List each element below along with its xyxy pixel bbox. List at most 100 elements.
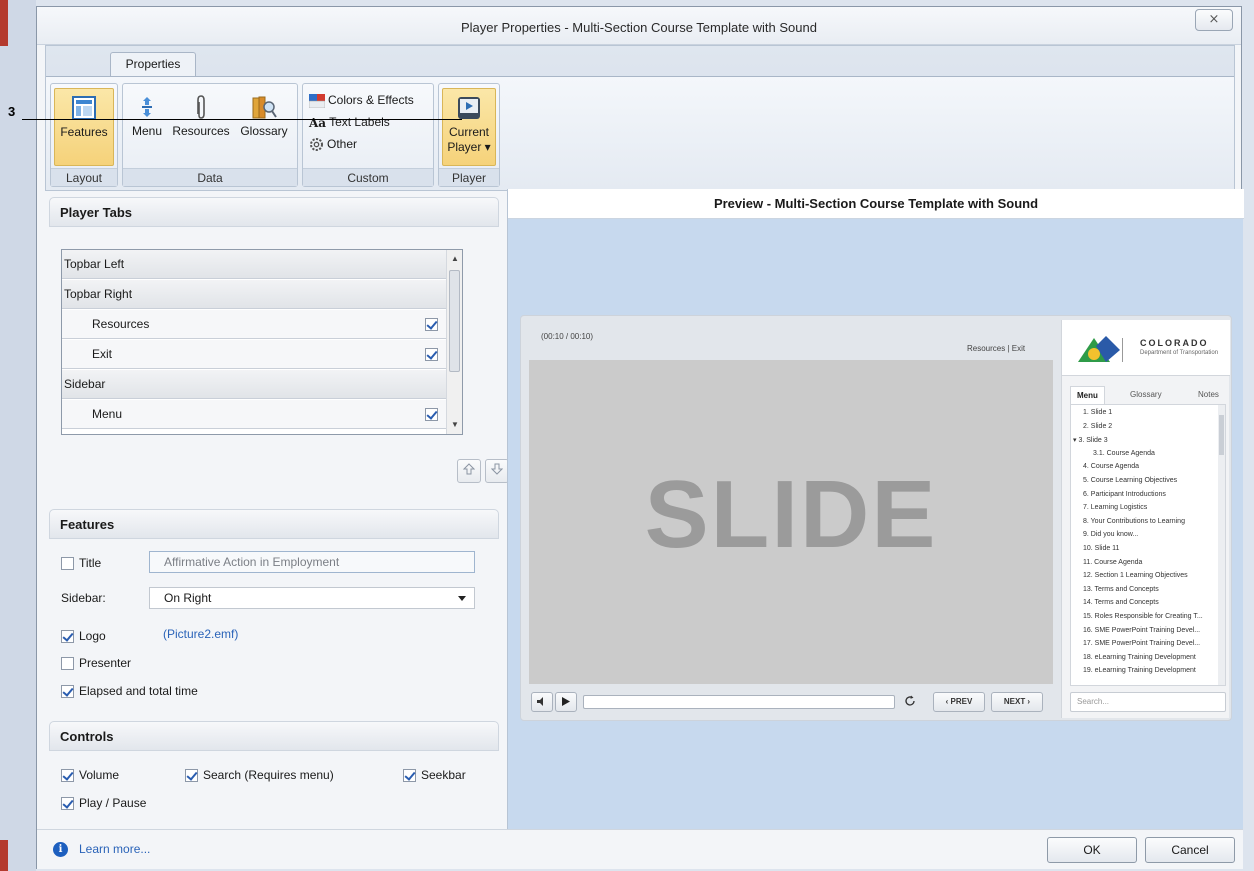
player-group-label: Player	[439, 168, 499, 186]
play-pause-option[interactable]: Play / Pause	[61, 793, 146, 813]
tab-row-topbar-right[interactable]: Topbar Right	[62, 280, 446, 309]
volume-checkbox[interactable]	[61, 769, 74, 783]
tab-row-topbar-left[interactable]: Topbar Left	[62, 250, 446, 279]
play-pause-checkbox[interactable]	[61, 797, 74, 811]
player-tabs-section: Player Tabs Topbar Left Topbar Right Res…	[49, 197, 509, 487]
sidebar-menu-item[interactable]: 14. Terms and Concepts	[1083, 599, 1159, 606]
play-button[interactable]	[555, 692, 577, 712]
sidebar-menu-item[interactable]: 12. Section 1 Learning Objectives	[1083, 572, 1188, 579]
tab-row-exit[interactable]: Exit	[62, 340, 446, 369]
exit-tab-checkbox[interactable]	[425, 348, 438, 361]
move-down-icon	[490, 463, 504, 475]
move-down-button[interactable]	[485, 459, 509, 483]
learn-more-link[interactable]: Learn more...	[79, 842, 150, 856]
tab-row-label: Topbar Right	[64, 287, 133, 301]
presenter-checkbox[interactable]	[61, 657, 74, 671]
volume-option[interactable]: Volume	[61, 765, 119, 785]
glossary-button[interactable]: Glossary	[235, 88, 293, 166]
sidebar-menu-item[interactable]: 10. Slide 11	[1083, 545, 1119, 552]
sidebar-menu-item[interactable]: 13. Terms and Concepts	[1083, 586, 1159, 593]
sidebar-menu-item[interactable]: 17. SME PowerPoint Training Devel...	[1083, 640, 1200, 647]
resources-tab-checkbox[interactable]	[425, 318, 438, 331]
sidebar-menu-item[interactable]: 19. eLearning Training Development	[1083, 667, 1196, 674]
tab-properties[interactable]: Properties	[110, 52, 196, 76]
scrollbar-thumb[interactable]	[1219, 415, 1224, 455]
features-section: Features	[49, 509, 499, 709]
background-window-strip	[0, 0, 36, 871]
elapsed-time-display: (00:10 / 00:10)	[541, 332, 594, 341]
title-checkbox[interactable]	[61, 557, 74, 571]
sidebar-menu-item[interactable]: 2. Slide 2	[1083, 423, 1112, 430]
tab-row-menu[interactable]: Menu	[62, 400, 446, 429]
features-button[interactable]: Features	[54, 88, 114, 166]
colors-effects-button[interactable]: Colors & Effects	[309, 90, 414, 110]
seekbar[interactable]	[583, 695, 895, 709]
chevron-down-icon	[458, 596, 466, 601]
tab-row-sidebar[interactable]: Sidebar	[62, 370, 446, 399]
sidebar-menu-scrollbar[interactable]	[1218, 405, 1225, 685]
glossary-icon	[252, 96, 277, 119]
logo-checkbox[interactable]	[61, 630, 74, 644]
text-labels-button[interactable]: Aa Text Labels	[309, 112, 390, 132]
logo-option[interactable]: Logo	[61, 626, 106, 646]
sidebar-menu-item[interactable]: 1. Slide 1	[1083, 409, 1112, 416]
replay-button[interactable]	[899, 692, 921, 712]
cancel-button[interactable]: Cancel	[1145, 837, 1235, 863]
close-button[interactable]: ⨯	[1195, 9, 1233, 31]
sidebar-position-value: On Right	[164, 591, 212, 605]
sidebar-menu-item[interactable]: 6. Participant Introductions	[1083, 491, 1166, 498]
resources-button[interactable]: Resources	[169, 88, 233, 166]
title-field[interactable]: Affirmative Action in Employment	[149, 551, 475, 573]
tab-row-label: Resources	[92, 317, 150, 331]
sidebar-menu-item[interactable]: 15. Roles Responsible for Creating T...	[1083, 613, 1203, 620]
sidebar-menu-item[interactable]: 16. SME PowerPoint Training Devel...	[1083, 627, 1200, 634]
sidebar-tab-notes[interactable]: Notes	[1198, 386, 1219, 404]
text-labels-label: Text Labels	[329, 115, 390, 129]
presenter-option[interactable]: Presenter	[61, 653, 131, 673]
window-title: Player Properties - Multi-Section Course…	[461, 20, 817, 35]
sidebar-menu-item[interactable]: ▾ 3. Slide 3	[1073, 436, 1108, 444]
custom-group: Colors & Effects Aa Text Labels Other Cus…	[302, 83, 434, 187]
elapsed-time-option[interactable]: Elapsed and total time	[61, 681, 198, 701]
elapsed-time-checkbox[interactable]	[61, 685, 74, 699]
search-option[interactable]: Search (Requires menu)	[185, 765, 334, 785]
menu-tab-checkbox[interactable]	[425, 408, 438, 421]
next-button[interactable]: NEXT ›	[991, 692, 1043, 712]
controls-heading: Controls	[49, 721, 499, 751]
sidebar-menu-item[interactable]: 4. Course Agenda	[1083, 463, 1139, 470]
move-up-button[interactable]	[457, 459, 481, 483]
sidebar-menu-item[interactable]: 5. Course Learning Objectives	[1083, 477, 1177, 484]
player-sidebar: COLORADO Department of Transportation Me…	[1061, 320, 1230, 718]
sidebar-search-input[interactable]: Search...	[1070, 692, 1226, 712]
volume-button[interactable]	[531, 692, 553, 712]
tabs-list-scrollbar[interactable]: ▲ ▼	[446, 250, 462, 434]
seekbar-checkbox[interactable]	[403, 769, 416, 783]
sidebar-tab-menu[interactable]: Menu	[1070, 386, 1105, 404]
scroll-down-arrow-icon[interactable]: ▼	[451, 420, 459, 429]
seekbar-option[interactable]: Seekbar	[403, 765, 466, 785]
sidebar-tab-glossary[interactable]: Glossary	[1130, 386, 1162, 404]
sidebar-position-select[interactable]: On Right	[149, 587, 475, 609]
search-checkbox[interactable]	[185, 769, 198, 783]
menu-button[interactable]: Menu	[125, 88, 169, 166]
colors-effects-label: Colors & Effects	[328, 93, 414, 107]
scrollbar-thumb[interactable]	[449, 270, 460, 372]
ribbon: Properties Features Layout Menu Resource…	[45, 45, 1235, 191]
sidebar-menu-item[interactable]: 18. eLearning Training Development	[1083, 654, 1196, 661]
tab-row-resources[interactable]: Resources	[62, 310, 446, 339]
sidebar-menu-item[interactable]: 9. Did you know...	[1083, 531, 1138, 538]
current-player-button[interactable]: Current Player ▾	[442, 88, 496, 166]
sidebar-menu-item[interactable]: 7. Learning Logistics	[1083, 504, 1147, 511]
title-option[interactable]: Title	[61, 553, 101, 573]
sidebar-menu-item[interactable]: 11. Course Agenda	[1083, 559, 1142, 566]
sidebar-menu-item[interactable]: 3.1. Course Agenda	[1093, 450, 1155, 457]
menu-icon	[142, 97, 152, 117]
ok-button[interactable]: OK	[1047, 837, 1137, 863]
prev-button[interactable]: ‹ PREV	[933, 692, 985, 712]
other-button[interactable]: Other	[309, 134, 357, 154]
data-group: Menu Resources Glossary Data	[122, 83, 298, 187]
scroll-up-arrow-icon[interactable]: ▲	[451, 254, 459, 263]
sidebar-menu-item[interactable]: 8. Your Contributions to Learning	[1083, 518, 1185, 525]
logo-file-link[interactable]: (Picture2.emf)	[163, 627, 238, 641]
elapsed-time-label: Elapsed and total time	[79, 684, 198, 698]
